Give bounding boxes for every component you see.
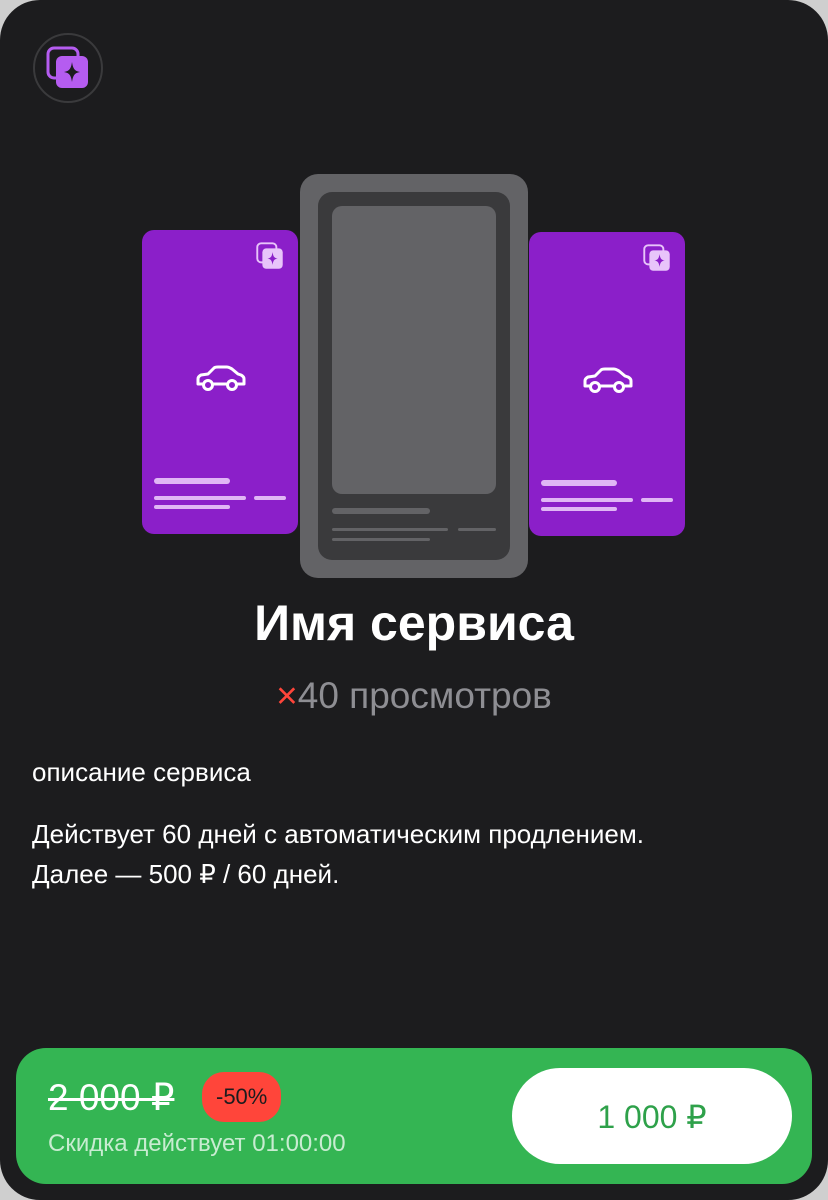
car-icon [194, 364, 246, 399]
service-sheet: Имя сервиса ×40 просмотров описание серв… [0, 0, 828, 1200]
purchase-bar: 2 000 ₽ -50% Скидка действует 01:00:00 1… [16, 1048, 812, 1184]
views-text: 40 просмотров [297, 675, 552, 716]
mini-logo-icon [256, 242, 284, 275]
old-price: 2 000 ₽ [48, 1077, 175, 1118]
terms-line: Далее — 500 ₽ / 60 дней. [32, 859, 340, 889]
car-icon [581, 366, 633, 401]
buy-button[interactable]: 1 000 ₽ [512, 1068, 792, 1164]
phone-mockup [300, 174, 528, 578]
terms-line: Действует 60 дней с автоматическим продл… [32, 819, 644, 849]
side-card-left [142, 230, 298, 534]
discount-timer: Скидка действует 01:00:00 [48, 1130, 346, 1157]
service-title: Имя сервиса [254, 595, 574, 651]
multiplier-sign: × [276, 675, 298, 716]
placeholder-line [154, 505, 230, 509]
placeholder-line [154, 496, 246, 500]
discount-badge: -50% [202, 1072, 282, 1122]
app-logo-icon [33, 33, 103, 103]
placeholder-line [332, 538, 430, 541]
phone-screen [332, 206, 496, 494]
views-count: ×40 просмотров [0, 671, 828, 721]
placeholder-line [541, 498, 633, 502]
placeholder-line [254, 496, 286, 500]
placeholder-line [154, 478, 230, 484]
mini-logo-icon [643, 244, 671, 277]
placeholder-line [541, 507, 617, 511]
service-description: описание сервиса [32, 757, 251, 787]
subscription-terms: Действует 60 дней с автоматическим продл… [32, 814, 792, 894]
phone-inner [318, 192, 510, 560]
promo-illustration [0, 170, 828, 585]
placeholder-line [332, 508, 430, 514]
placeholder-line [458, 528, 496, 531]
placeholder-line [332, 528, 448, 531]
placeholder-line [541, 480, 617, 486]
placeholder-line [641, 498, 673, 502]
side-card-right [529, 232, 685, 536]
